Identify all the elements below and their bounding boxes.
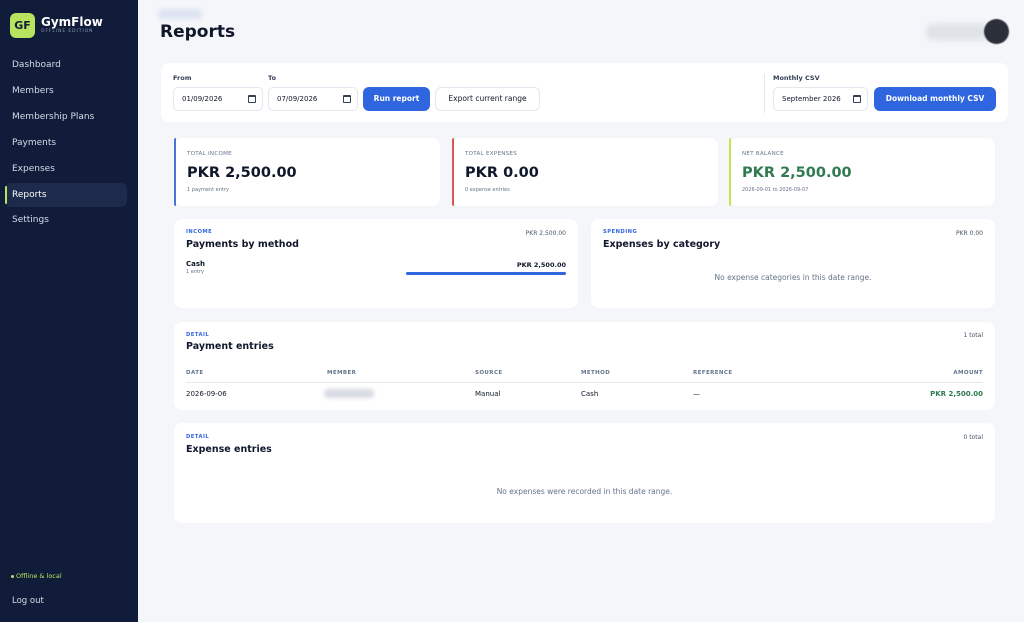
column-header-source[interactable]: SOURCE xyxy=(475,370,503,376)
expenses-count: 0 total xyxy=(963,434,983,441)
monthly-csv-label: Monthly CSV xyxy=(773,74,820,82)
from-date-value: 01/09/2026 xyxy=(182,95,223,103)
card-kicker: INCOME xyxy=(186,229,213,235)
stat-accent-bar xyxy=(452,138,454,206)
from-label: From xyxy=(173,74,192,82)
breadcrumb-redacted xyxy=(158,9,202,19)
stat-accent-bar xyxy=(174,138,176,206)
cell-method: Cash xyxy=(581,390,599,398)
brand-name: GymFlow xyxy=(41,15,103,29)
stat-subtext: 0 expense entries xyxy=(465,187,510,193)
toolbar-divider xyxy=(764,74,765,113)
run-report-button[interactable]: Run report xyxy=(363,87,430,111)
stat-label: TOTAL INCOME xyxy=(187,151,232,157)
payments-by-method-card: INCOME Payments by method PKR 2,500.00 C… xyxy=(174,219,578,308)
payments-count: 1 total xyxy=(963,332,983,339)
to-date-input[interactable]: 07/09/2026 xyxy=(268,87,358,111)
sidebar-item-members[interactable]: Members xyxy=(5,79,127,103)
stat-total-income: TOTAL INCOME PKR 2,500.00 1 payment entr… xyxy=(174,138,440,206)
column-header-amount[interactable]: AMOUNT xyxy=(953,370,983,376)
method-amount: PKR 2,500.00 xyxy=(516,261,566,269)
expense-entries-card: DETAIL Expense entries 0 total No expens… xyxy=(174,423,995,523)
stat-accent-bar xyxy=(729,138,731,206)
page-title: Reports xyxy=(160,22,236,42)
method-count: 1 entry xyxy=(186,269,204,275)
stat-value: PKR 2,500.00 xyxy=(742,165,852,181)
spending-total: PKR 0.00 xyxy=(956,230,983,237)
status-dot-icon xyxy=(11,574,14,578)
cell-date: 2026-09-06 xyxy=(186,390,227,398)
stat-subtext: 2026-09-01 to 2026-09-07 xyxy=(742,187,809,193)
income-total: PKR 2,500.00 xyxy=(525,230,566,237)
report-filters: From 01/09/2026 To 07/09/2026 Run report… xyxy=(161,63,1008,122)
column-header-date[interactable]: DATE xyxy=(186,370,204,376)
stat-total-expenses: TOTAL EXPENSES PKR 0.00 0 expense entrie… xyxy=(452,138,718,206)
payment-entries-card: DETAIL Payment entries 1 total DATE MEMB… xyxy=(174,322,995,410)
sidebar-item-reports[interactable]: Reports xyxy=(5,183,127,207)
stat-value: PKR 0.00 xyxy=(465,165,539,181)
offline-status-label: Offline & local xyxy=(16,572,62,580)
export-range-button[interactable]: Export current range xyxy=(435,87,540,111)
card-kicker: DETAIL xyxy=(186,332,210,338)
calendar-icon xyxy=(853,95,861,103)
stat-subtext: 1 payment entry xyxy=(187,187,229,193)
avatar[interactable] xyxy=(984,19,1009,44)
empty-state: No expenses were recorded in this date r… xyxy=(496,487,673,496)
calendar-icon xyxy=(248,95,256,103)
sidebar-item-membership-plans[interactable]: Membership Plans xyxy=(5,105,127,129)
card-kicker: DETAIL xyxy=(186,434,210,440)
method-share-track xyxy=(406,272,566,275)
csv-month-value: September 2026 xyxy=(782,95,841,103)
from-date-input[interactable]: 01/09/2026 xyxy=(173,87,263,111)
column-header-method[interactable]: METHOD xyxy=(581,370,610,376)
brand[interactable]: GF GymFlow OFFLINE EDITION xyxy=(10,13,103,38)
brand-logo: GF xyxy=(10,13,35,38)
sidebar-item-expenses[interactable]: Expenses xyxy=(5,157,127,181)
card-kicker: SPENDING xyxy=(603,229,638,235)
sidebar: GF GymFlow OFFLINE EDITION Dashboard Mem… xyxy=(0,0,138,622)
stat-label: TOTAL EXPENSES xyxy=(465,151,518,157)
card-title: Payment entries xyxy=(186,341,274,352)
csv-month-input[interactable]: September 2026 xyxy=(773,87,868,111)
stat-value: PKR 2,500.00 xyxy=(187,165,297,181)
stat-label: NET BALANCE xyxy=(742,151,784,157)
table-divider xyxy=(186,382,983,383)
sidebar-item-dashboard[interactable]: Dashboard xyxy=(5,53,127,77)
empty-state: No expense categories in this date range… xyxy=(714,273,872,282)
expenses-by-category-card: SPENDING Expenses by category PKR 0.00 N… xyxy=(591,219,995,308)
offline-status: Offline & local xyxy=(11,572,62,580)
method-share-fill xyxy=(406,272,566,275)
to-label: To xyxy=(268,74,277,82)
calendar-icon xyxy=(343,95,351,103)
card-title: Expenses by category xyxy=(603,239,721,250)
card-title: Expense entries xyxy=(186,444,272,455)
brand-edition: OFFLINE EDITION xyxy=(41,29,94,34)
cell-source: Manual xyxy=(475,390,501,398)
sidebar-item-payments[interactable]: Payments xyxy=(5,131,127,155)
column-header-member[interactable]: MEMBER xyxy=(327,370,356,376)
method-name: Cash xyxy=(186,260,206,268)
stat-net-balance: NET BALANCE PKR 2,500.00 2026-09-01 to 2… xyxy=(729,138,995,206)
cell-amount: PKR 2,500.00 xyxy=(930,390,983,398)
logout-link[interactable]: Log out xyxy=(12,596,44,606)
download-csv-button[interactable]: Download monthly CSV xyxy=(874,87,996,111)
card-title: Payments by method xyxy=(186,239,299,250)
to-date-value: 07/09/2026 xyxy=(277,95,318,103)
cell-member-redacted xyxy=(324,389,374,398)
column-header-reference[interactable]: REFERENCE xyxy=(693,370,733,376)
sidebar-item-settings[interactable]: Settings xyxy=(5,208,127,232)
cell-reference: — xyxy=(693,390,700,398)
